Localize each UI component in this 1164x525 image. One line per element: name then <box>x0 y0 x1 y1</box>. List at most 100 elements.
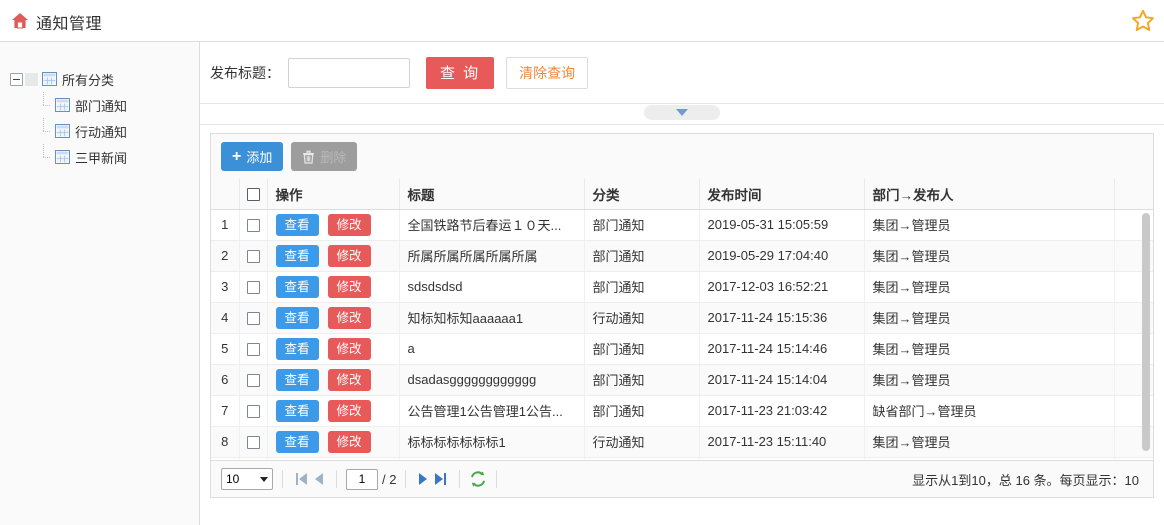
page-number-input[interactable] <box>346 468 378 490</box>
table-row[interactable]: 4 查看 修改 知标知标知aaaaaa1 行动通知 2017-11-24 15:1… <box>211 302 1153 334</box>
star-outline-icon[interactable] <box>1130 8 1156 34</box>
header-title[interactable]: 标题 <box>399 179 585 210</box>
collapse-search-toggle[interactable] <box>644 105 720 120</box>
last-page-icon[interactable] <box>435 473 447 485</box>
prev-page-icon[interactable] <box>315 473 323 485</box>
row-publish-time: 2017-11-24 15:14:46 <box>699 333 865 365</box>
row-checkbox[interactable] <box>246 374 260 388</box>
search-input[interactable] <box>288 57 410 88</box>
row-title: sdsdsdsd <box>399 271 585 303</box>
row-number: 1 <box>211 209 240 241</box>
collapse-minus-icon[interactable] <box>10 72 23 86</box>
row-checkbox[interactable] <box>246 219 260 233</box>
refresh-icon[interactable] <box>469 470 487 488</box>
row-select-cell[interactable] <box>239 209 268 241</box>
edit-button[interactable]: 修改 <box>327 399 371 422</box>
row-actions: 查看修改 <box>267 240 400 272</box>
row-publish-time: 2019-05-31 15:05:59 <box>699 209 865 241</box>
row-title: 标标标标标标标1 <box>399 426 585 458</box>
row-checkbox[interactable] <box>246 436 260 450</box>
tree-node-department-notice[interactable]: 部门通知 <box>10 91 199 118</box>
select-all-checkbox[interactable] <box>246 188 260 202</box>
tree-node-root[interactable]: 所有分类 <box>10 66 199 92</box>
edit-button[interactable]: 修改 <box>327 368 371 391</box>
table-row[interactable]: 7 查看 修改 公告管理1公告管理1公告... 部门通知 2017-11-23 2… <box>211 395 1153 427</box>
row-select-cell[interactable] <box>239 364 268 396</box>
table-row[interactable]: 9 查看修改 知标知标知标知标知标知标 部门通知 2017-11-23 15:0… <box>211 457 1153 459</box>
row-filler <box>1114 457 1153 459</box>
row-number: 9 <box>211 457 240 459</box>
edit-button[interactable]: 修改 <box>327 337 371 360</box>
row-publish-time: 2017-11-23 15:11:40 <box>699 426 865 458</box>
view-button[interactable]: 查看 <box>275 275 319 298</box>
tree-node-sanjia-news[interactable]: 三甲新闻 <box>10 143 199 170</box>
tree-node-label: 所有分类 <box>62 72 115 88</box>
table-row[interactable]: 8 查看 修改 标标标标标标标1 行动通知 2017-11-23 15:11:40… <box>211 426 1153 458</box>
view-button[interactable]: 查看 <box>275 399 319 422</box>
row-number: 8 <box>211 426 240 458</box>
notice-management-page: 通知管理 所有分类 部门通知 行动通知 三甲新闻 发布标题： 查 询 清除查询 … <box>0 0 1164 525</box>
edit-button[interactable]: 修改 <box>327 244 371 267</box>
row-number: 2 <box>211 240 240 272</box>
row-select-cell[interactable] <box>239 271 268 303</box>
footer-divider <box>336 470 337 488</box>
clear-query-button[interactable]: 清除查询 <box>506 56 589 89</box>
edit-button[interactable]: 修改 <box>327 430 371 453</box>
delete-button-label: 删除 <box>320 150 347 165</box>
view-button[interactable]: 查看 <box>275 368 319 391</box>
header-select-all[interactable] <box>239 179 268 210</box>
row-category: 行动通知 <box>584 302 700 334</box>
row-select-cell[interactable] <box>239 457 268 459</box>
view-button[interactable]: 查看 <box>275 306 319 329</box>
view-button[interactable]: 查看 <box>275 213 319 236</box>
table-row[interactable]: 5 查看 修改 a 部门通知 2017-11-24 15:14:46 集团→管理员 <box>211 333 1153 365</box>
table-row[interactable]: 2 查看 修改 所属所属所属所属所属 部门通知 2019-05-29 17:04:… <box>211 240 1153 272</box>
header-publish-time[interactable]: 发布时间 <box>699 179 865 210</box>
page-body: 所有分类 部门通知 行动通知 三甲新闻 发布标题： 查 询 清除查询 + 添加 … <box>0 41 1164 525</box>
row-select-cell[interactable] <box>239 426 268 458</box>
query-button[interactable]: 查 询 <box>426 56 495 89</box>
notice-table-scroll[interactable]: 操作 标题 分类 发布时间 部门→发布人 1 查看 修改 全国铁路节后春运１０天… <box>211 179 1153 459</box>
notice-table: 操作 标题 分类 发布时间 部门→发布人 1 查看 修改 全国铁路节后春运１０天… <box>211 179 1153 459</box>
add-button-label: 添加 <box>246 150 273 165</box>
delete-button[interactable]: 删除 <box>291 142 358 171</box>
view-button[interactable]: 查看 <box>275 430 319 453</box>
row-select-cell[interactable] <box>239 333 268 365</box>
row-number: 6 <box>211 364 240 396</box>
edit-button[interactable]: 修改 <box>327 306 371 329</box>
row-select-cell[interactable] <box>239 302 268 334</box>
row-actions: 查看修改 <box>267 426 400 458</box>
row-number: 7 <box>211 395 240 427</box>
tree-node-action-notice[interactable]: 行动通知 <box>10 117 199 144</box>
header-category[interactable]: 分类 <box>584 179 700 210</box>
tree-dots-icon <box>25 72 38 86</box>
next-page-icon[interactable] <box>419 473 428 485</box>
home-icon[interactable] <box>10 11 30 31</box>
row-checkbox[interactable] <box>246 250 260 264</box>
first-page-icon[interactable] <box>296 473 307 485</box>
row-select-cell[interactable] <box>239 240 268 272</box>
table-row[interactable]: 3 查看 修改 sdsdsdsd 部门通知 2017-12-03 16:52:21… <box>211 271 1153 303</box>
row-category: 行动通知 <box>584 426 700 458</box>
table-row[interactable]: 6 查看 修改 dsadasgggggggggggg 部门通知 2017-11-2… <box>211 364 1153 396</box>
pagination-info: 显示从1到10，总 16 条。每页显示：10 <box>912 472 1139 488</box>
row-dept-publisher: 集团→管理员 <box>864 209 1115 241</box>
vertical-scrollbar-thumb[interactable] <box>1142 213 1150 451</box>
view-button[interactable]: 查看 <box>275 244 319 267</box>
row-checkbox[interactable] <box>246 312 260 326</box>
row-checkbox[interactable] <box>246 405 260 419</box>
header-dept-publisher[interactable]: 部门→发布人 <box>864 179 1115 210</box>
add-button[interactable]: + 添加 <box>221 142 284 171</box>
row-checkbox[interactable] <box>246 343 260 357</box>
edit-button[interactable]: 修改 <box>327 213 371 236</box>
row-select-cell[interactable] <box>239 395 268 427</box>
row-checkbox[interactable] <box>246 281 260 295</box>
row-dept-publisher: 缺省部门→管理员 <box>864 395 1115 427</box>
page-size-select[interactable]: 10 <box>221 468 273 490</box>
header-operation[interactable]: 操作 <box>267 179 400 210</box>
edit-button[interactable]: 修改 <box>327 275 371 298</box>
view-button[interactable]: 查看 <box>275 337 319 360</box>
row-publish-time: 2017-11-23 21:03:42 <box>699 395 865 427</box>
table-row[interactable]: 1 查看 修改 全国铁路节后春运１０天... 部门通知 2019-05-31 15… <box>211 209 1153 241</box>
row-title: a <box>399 333 585 365</box>
